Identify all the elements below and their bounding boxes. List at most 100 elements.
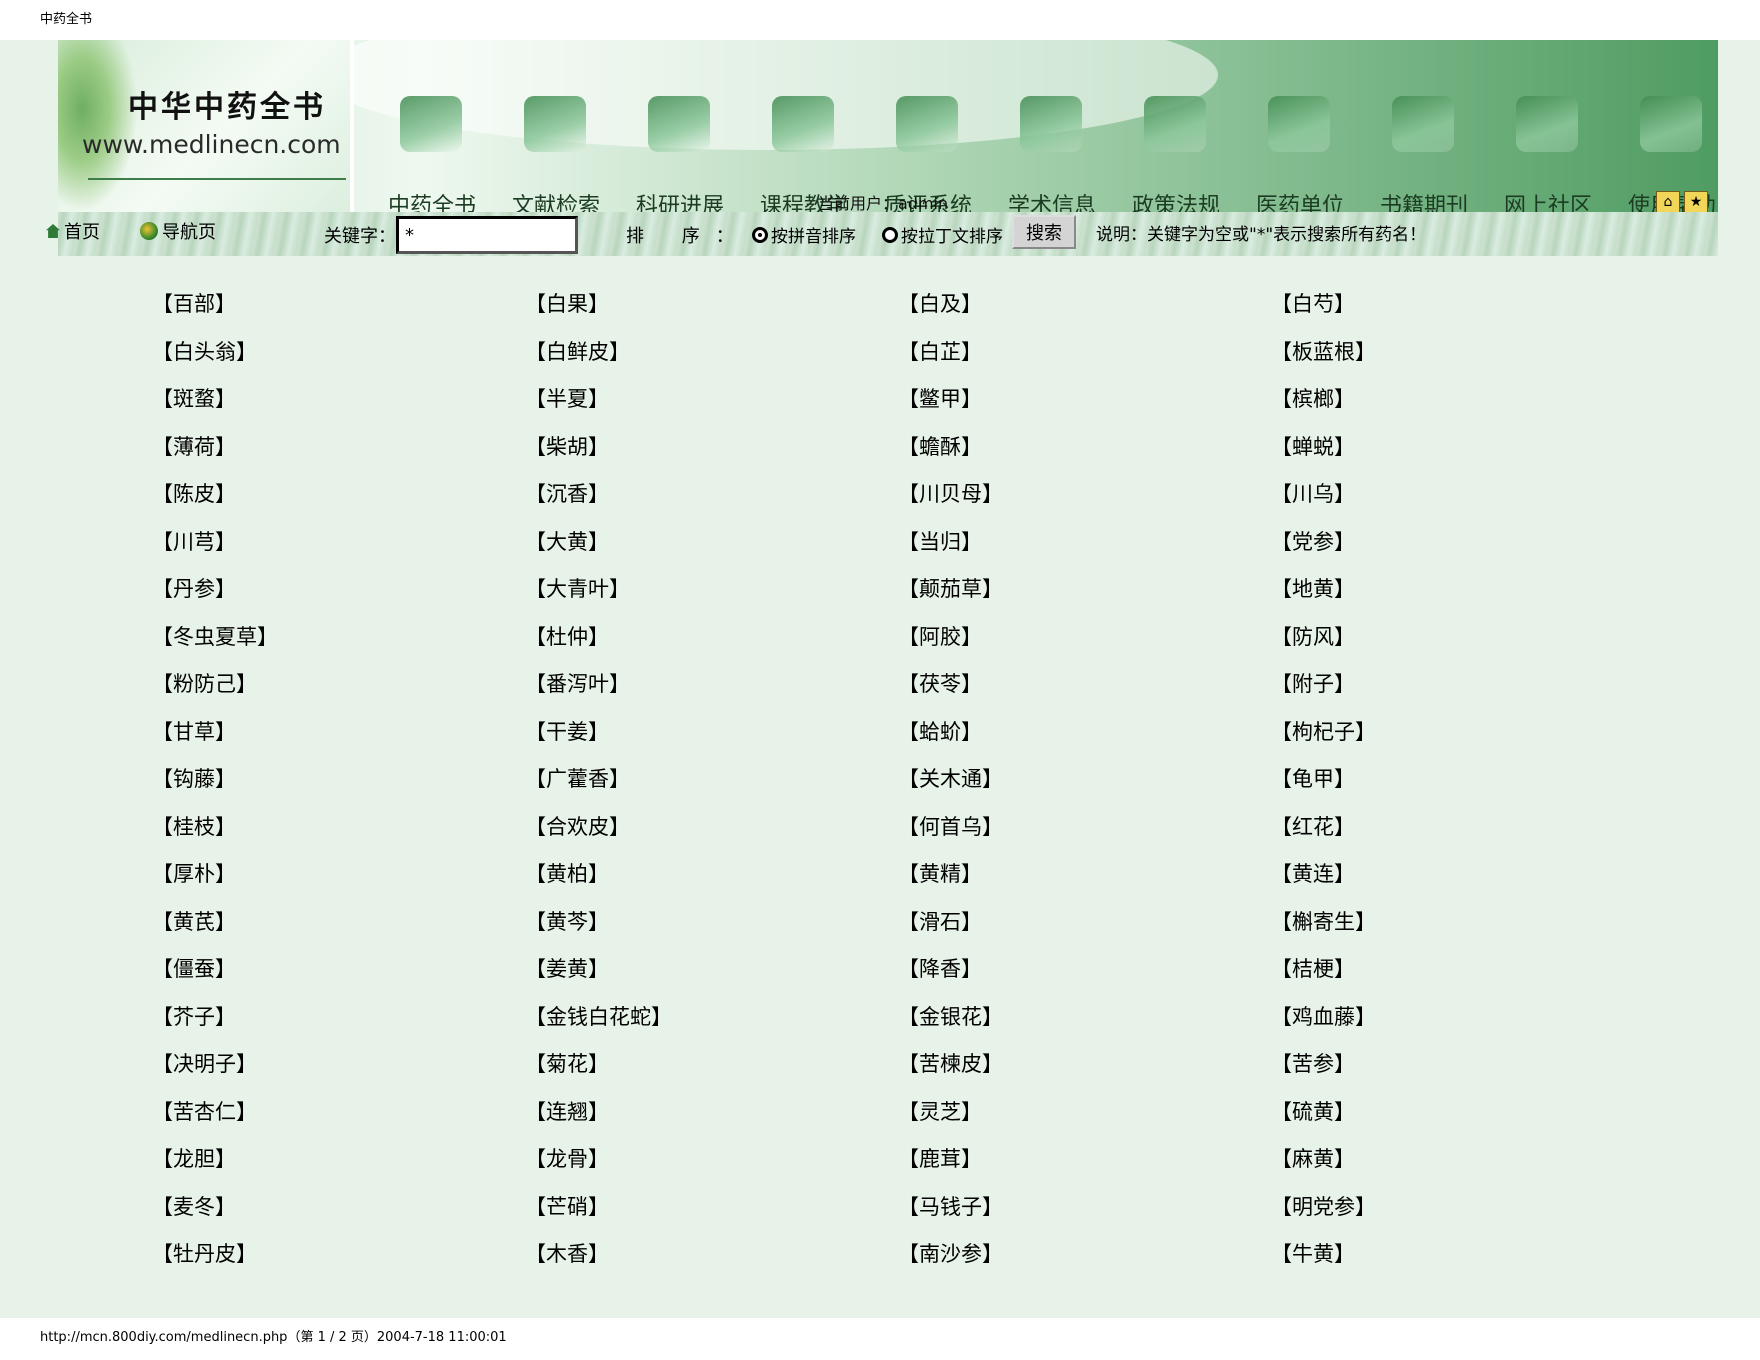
herb-link[interactable]: 【白头翁】	[152, 336, 525, 384]
herb-link[interactable]: 【川乌】	[1271, 478, 1644, 526]
herb-link[interactable]: 【何首乌】	[898, 811, 1271, 859]
herb-link[interactable]: 【川芎】	[152, 526, 525, 574]
herb-link[interactable]: 【芒硝】	[525, 1191, 898, 1239]
herb-link[interactable]: 【苦楝皮】	[898, 1048, 1271, 1096]
herb-link[interactable]: 【龙胆】	[152, 1143, 525, 1191]
herb-link[interactable]: 【金钱白花蛇】	[525, 1001, 898, 1049]
herb-link[interactable]: 【木香】	[525, 1238, 898, 1286]
herb-link[interactable]: 【板蓝根】	[1271, 336, 1644, 384]
herb-link[interactable]: 【槲寄生】	[1271, 906, 1644, 954]
herb-link[interactable]: 【颠茄草】	[898, 573, 1271, 621]
herb-link[interactable]: 【沉香】	[525, 478, 898, 526]
herb-link[interactable]: 【大青叶】	[525, 573, 898, 621]
herb-link[interactable]: 【鸡血藤】	[1271, 1001, 1644, 1049]
herb-link[interactable]: 【麻黄】	[1271, 1143, 1644, 1191]
herb-link[interactable]: 【薄荷】	[152, 431, 525, 479]
herb-link[interactable]: 【南沙参】	[898, 1238, 1271, 1286]
herb-link[interactable]: 【桔梗】	[1271, 953, 1644, 1001]
herb-link[interactable]: 【黄精】	[898, 858, 1271, 906]
nav-item-shuji-qikan[interactable]: 书籍期刊	[1362, 96, 1486, 212]
home-link[interactable]: 首页	[46, 218, 100, 244]
keyword-input[interactable]	[396, 216, 578, 254]
sort-pinyin-radio[interactable]: 按拼音排序	[752, 222, 856, 247]
nav-item-zhengce-fagui[interactable]: 政策法规	[1114, 96, 1238, 212]
herb-link[interactable]: 【蝉蜕】	[1271, 431, 1644, 479]
herb-link[interactable]: 【滑石】	[898, 906, 1271, 954]
herb-link[interactable]: 【牛黄】	[1271, 1238, 1644, 1286]
nav-item-zhongyao-quanshu[interactable]: 中药全书	[370, 96, 494, 212]
herb-link[interactable]: 【马钱子】	[898, 1191, 1271, 1239]
herb-link[interactable]: 【白芷】	[898, 336, 1271, 384]
nav-item-kecheng-jiaoxue[interactable]: 课程教学	[742, 96, 866, 212]
herb-link[interactable]: 【枸杞子】	[1271, 716, 1644, 764]
herb-link[interactable]: 【金银花】	[898, 1001, 1271, 1049]
herb-link[interactable]: 【粉防己】	[152, 668, 525, 716]
herb-link[interactable]: 【黄芪】	[152, 906, 525, 954]
herb-link[interactable]: 【黄柏】	[525, 858, 898, 906]
nav-item-wangshang-shequ[interactable]: 网上社区	[1486, 96, 1610, 212]
herb-link[interactable]: 【降香】	[898, 953, 1271, 1001]
herb-link[interactable]: 【半夏】	[525, 383, 898, 431]
herb-link[interactable]: 【阿胶】	[898, 621, 1271, 669]
herb-link[interactable]: 【杜仲】	[525, 621, 898, 669]
herb-link[interactable]: 【钩藤】	[152, 763, 525, 811]
herb-link[interactable]: 【黄芩】	[525, 906, 898, 954]
home-shortcut-icon[interactable]: ⌂	[1656, 191, 1680, 212]
nav-item-keyan-jinzhan[interactable]: 科研进展	[618, 96, 742, 212]
herb-link[interactable]: 【桂枝】	[152, 811, 525, 859]
herb-link[interactable]: 【广藿香】	[525, 763, 898, 811]
herb-link[interactable]: 【大黄】	[525, 526, 898, 574]
herb-link[interactable]: 【决明子】	[152, 1048, 525, 1096]
nav-item-shiyong-bangzhu[interactable]: 使用帮助	[1610, 96, 1718, 212]
herb-link[interactable]: 【防风】	[1271, 621, 1644, 669]
herb-link[interactable]: 【丹参】	[152, 573, 525, 621]
herb-link[interactable]: 【龟甲】	[1271, 763, 1644, 811]
favorites-icon[interactable]: ★	[1684, 191, 1708, 212]
herb-link[interactable]: 【甘草】	[152, 716, 525, 764]
herb-link[interactable]: 【附子】	[1271, 668, 1644, 716]
herb-link[interactable]: 【关木通】	[898, 763, 1271, 811]
site-logo[interactable]: 中华中药全书 www.medlinecn.com	[58, 40, 354, 212]
nav-item-zhiping-xitong[interactable]: 质评系统	[866, 96, 990, 212]
herb-link[interactable]: 【黄连】	[1271, 858, 1644, 906]
herb-link[interactable]: 【芥子】	[152, 1001, 525, 1049]
herb-link[interactable]: 【斑蝥】	[152, 383, 525, 431]
search-button[interactable]: 搜索	[1012, 215, 1076, 249]
herb-link[interactable]: 【陈皮】	[152, 478, 525, 526]
herb-link[interactable]: 【菊花】	[525, 1048, 898, 1096]
herb-link[interactable]: 【红花】	[1271, 811, 1644, 859]
herb-link[interactable]: 【白果】	[525, 288, 898, 336]
herb-link[interactable]: 【牡丹皮】	[152, 1238, 525, 1286]
herb-link[interactable]: 【苦杏仁】	[152, 1096, 525, 1144]
herb-link[interactable]: 【番泻叶】	[525, 668, 898, 716]
nav-item-xueshu-xinxi[interactable]: 学术信息	[990, 96, 1114, 212]
herb-link[interactable]: 【白芍】	[1271, 288, 1644, 336]
sort-latin-radio[interactable]: 按拉丁文排序	[882, 222, 1003, 247]
herb-link[interactable]: 【合欢皮】	[525, 811, 898, 859]
herb-link[interactable]: 【川贝母】	[898, 478, 1271, 526]
herb-link[interactable]: 【硫黄】	[1271, 1096, 1644, 1144]
herb-link[interactable]: 【地黄】	[1271, 573, 1644, 621]
herb-link[interactable]: 【麦冬】	[152, 1191, 525, 1239]
herb-link[interactable]: 【龙骨】	[525, 1143, 898, 1191]
nav-item-yiyao-danwei[interactable]: 医药单位	[1238, 96, 1362, 212]
herb-link[interactable]: 【柴胡】	[525, 431, 898, 479]
herb-link[interactable]: 【白鲜皮】	[525, 336, 898, 384]
herb-link[interactable]: 【白及】	[898, 288, 1271, 336]
herb-link[interactable]: 【苦参】	[1271, 1048, 1644, 1096]
herb-link[interactable]: 【明党参】	[1271, 1191, 1644, 1239]
herb-link[interactable]: 【当归】	[898, 526, 1271, 574]
herb-link[interactable]: 【鳖甲】	[898, 383, 1271, 431]
herb-link[interactable]: 【党参】	[1271, 526, 1644, 574]
herb-link[interactable]: 【僵蚕】	[152, 953, 525, 1001]
nav-item-wenxian-jiansuo[interactable]: 文献检索	[494, 96, 618, 212]
herb-link[interactable]: 【干姜】	[525, 716, 898, 764]
herb-link[interactable]: 【蛤蚧】	[898, 716, 1271, 764]
herb-link[interactable]: 【百部】	[152, 288, 525, 336]
herb-link[interactable]: 【厚朴】	[152, 858, 525, 906]
herb-link[interactable]: 【茯苓】	[898, 668, 1271, 716]
nav-page-link[interactable]: 导航页	[140, 218, 216, 244]
herb-link[interactable]: 【灵芝】	[898, 1096, 1271, 1144]
herb-link[interactable]: 【鹿茸】	[898, 1143, 1271, 1191]
herb-link[interactable]: 【槟榔】	[1271, 383, 1644, 431]
